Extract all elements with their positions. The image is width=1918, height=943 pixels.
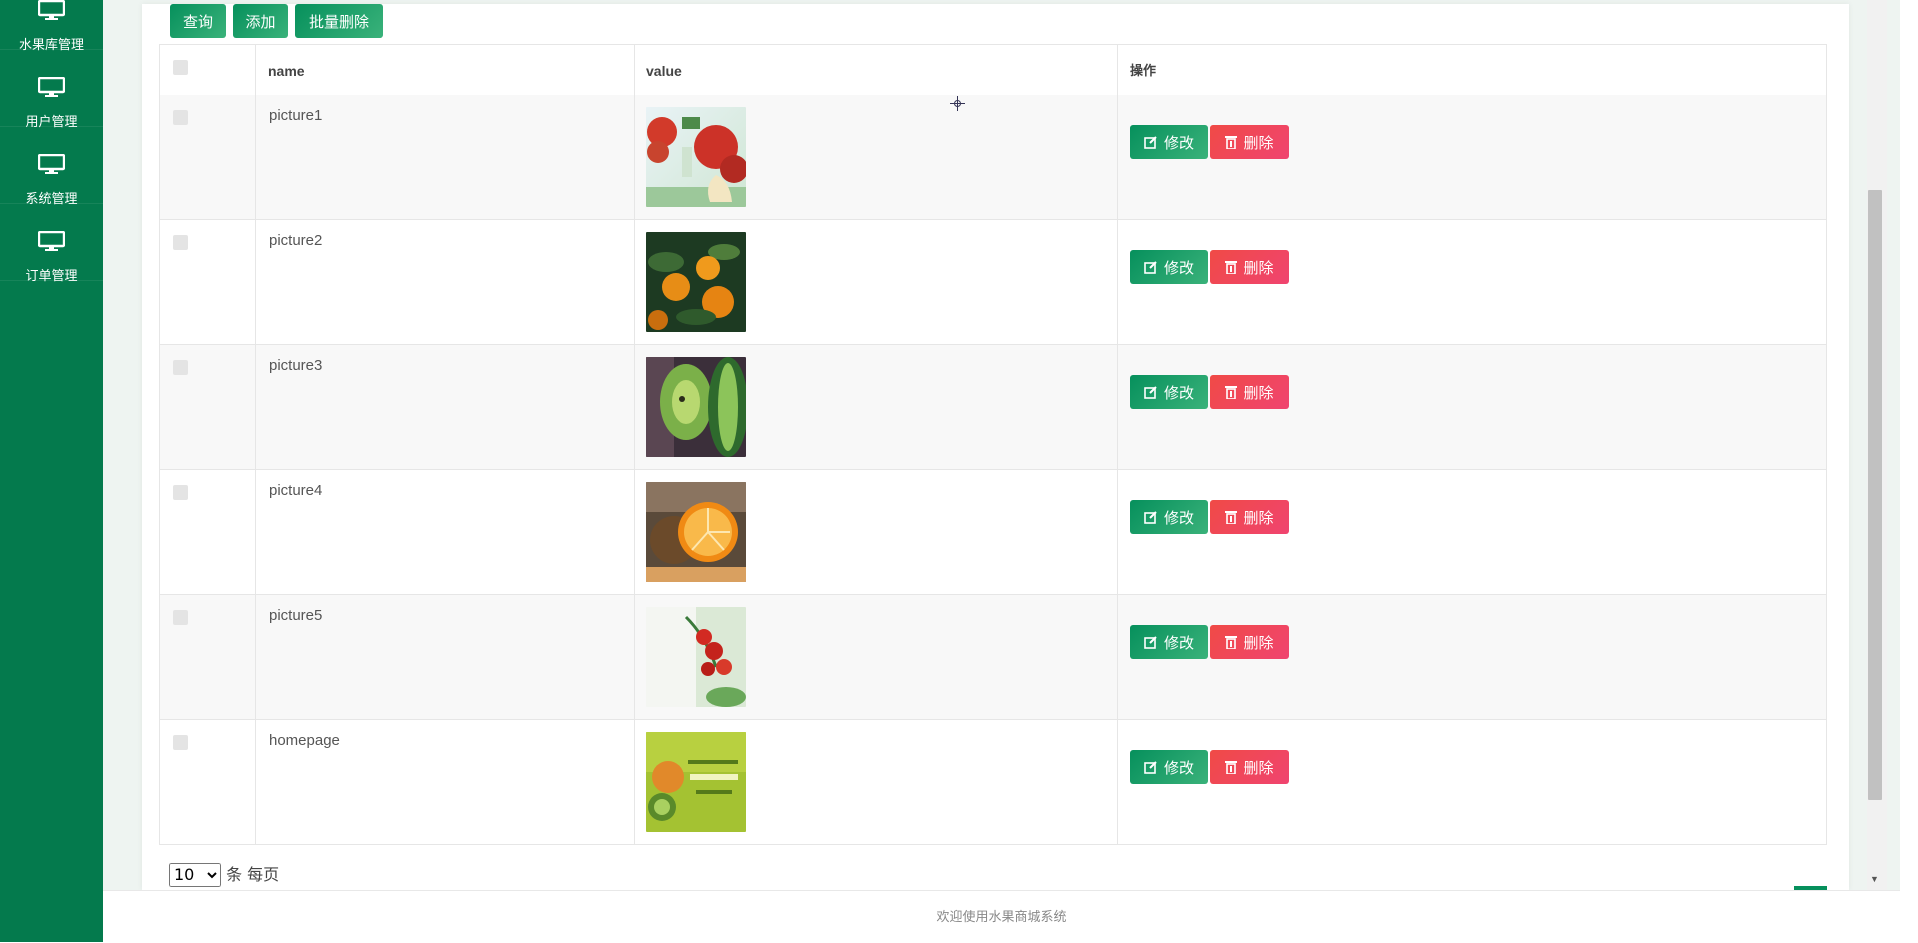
- row-checkbox[interactable]: [173, 485, 188, 500]
- edit-label: 修改: [1163, 508, 1194, 527]
- column-header-actions: 操作: [1130, 63, 1157, 78]
- edit-button[interactable]: 修改: [1130, 125, 1208, 159]
- row-name: picture3: [269, 357, 323, 374]
- data-table: name value 操作 picture1 修改 删除 picture2 修改…: [159, 44, 1827, 845]
- footer: 欢迎使用水果商城系统: [103, 890, 1900, 943]
- column-divider: [255, 45, 256, 844]
- divider: [0, 280, 103, 281]
- edit-label: 修改: [1163, 133, 1194, 152]
- monitor-icon: [38, 231, 65, 251]
- row-name: homepage: [269, 732, 340, 749]
- row-image: [646, 607, 746, 707]
- row-name: picture5: [269, 607, 323, 624]
- column-header-value: value: [646, 63, 682, 79]
- column-divider: [1117, 45, 1118, 844]
- page-size-suffix: 条 每页: [226, 865, 280, 884]
- monitor-icon: [38, 0, 65, 20]
- edit-button[interactable]: 修改: [1130, 625, 1208, 659]
- sidebar: 水果库管理 用户管理 系统管理 订单管理: [0, 0, 103, 942]
- delete-label: 删除: [1243, 508, 1274, 527]
- edit-button[interactable]: 修改: [1130, 750, 1208, 784]
- sidebar-item-orders[interactable]: 订单管理: [0, 204, 103, 283]
- table-header: name value 操作: [160, 45, 1826, 97]
- delete-button[interactable]: 删除: [1210, 625, 1289, 659]
- table-row: picture2 修改 删除: [160, 220, 1826, 345]
- sidebar-item-system[interactable]: 系统管理: [0, 127, 103, 206]
- row-image: [646, 232, 746, 332]
- delete-label: 删除: [1243, 383, 1274, 402]
- row-name: picture1: [269, 107, 323, 124]
- delete-label: 删除: [1243, 633, 1274, 652]
- edit-label: 修改: [1163, 258, 1194, 277]
- edit-button[interactable]: 修改: [1130, 250, 1208, 284]
- edit-label: 修改: [1163, 758, 1194, 777]
- trash-icon: [1225, 386, 1238, 399]
- column-divider: [634, 45, 635, 844]
- table-row: picture1 修改 删除: [160, 95, 1826, 220]
- select-all-checkbox[interactable]: [173, 60, 188, 75]
- row-checkbox[interactable]: [173, 235, 188, 250]
- column-header-name: name: [268, 63, 305, 79]
- trash-icon: [1225, 511, 1238, 524]
- row-image: [646, 732, 746, 832]
- edit-icon: [1144, 511, 1157, 524]
- edit-label: 修改: [1163, 633, 1194, 652]
- row-checkbox[interactable]: [173, 360, 188, 375]
- edit-icon: [1144, 636, 1157, 649]
- trash-icon: [1225, 636, 1238, 649]
- scroll-down-icon[interactable]: ▼: [1870, 874, 1879, 884]
- monitor-icon: [38, 154, 65, 174]
- page-size-select[interactable]: 10: [169, 862, 221, 887]
- table-row: homepage 修改 删除: [160, 720, 1826, 845]
- trash-icon: [1225, 261, 1238, 274]
- edit-icon: [1144, 761, 1157, 774]
- query-button[interactable]: 查询: [170, 4, 226, 38]
- monitor-icon: [38, 77, 65, 97]
- row-checkbox[interactable]: [173, 735, 188, 750]
- row-checkbox[interactable]: [173, 610, 188, 625]
- delete-button[interactable]: 删除: [1210, 750, 1289, 784]
- row-image: [646, 482, 746, 582]
- trash-icon: [1225, 761, 1238, 774]
- delete-label: 删除: [1243, 758, 1274, 777]
- delete-label: 删除: [1243, 133, 1274, 152]
- table-row: picture4 修改 删除: [160, 470, 1826, 595]
- row-name: picture4: [269, 482, 323, 499]
- row-name: picture2: [269, 232, 323, 249]
- footer-text: 欢迎使用水果商城系统: [936, 909, 1067, 924]
- edit-icon: [1144, 136, 1157, 149]
- edit-button[interactable]: 修改: [1130, 500, 1208, 534]
- pagination: 10 条 每页: [169, 861, 279, 887]
- edit-button[interactable]: 修改: [1130, 375, 1208, 409]
- table-row: picture3 修改 删除: [160, 345, 1826, 470]
- batch-delete-button[interactable]: 批量删除: [295, 4, 383, 38]
- sidebar-item-fruit-library[interactable]: 水果库管理: [0, 0, 103, 52]
- table-row: picture5 修改 删除: [160, 595, 1826, 720]
- row-checkbox[interactable]: [173, 110, 188, 125]
- crosshair-cursor-icon: [950, 96, 965, 111]
- row-image: [646, 107, 746, 207]
- edit-label: 修改: [1163, 383, 1194, 402]
- delete-label: 删除: [1243, 258, 1274, 277]
- delete-button[interactable]: 删除: [1210, 125, 1289, 159]
- delete-button[interactable]: 删除: [1210, 250, 1289, 284]
- delete-button[interactable]: 删除: [1210, 500, 1289, 534]
- add-button[interactable]: 添加: [233, 4, 288, 38]
- sidebar-item-users[interactable]: 用户管理: [0, 50, 103, 129]
- scrollbar-thumb[interactable]: [1868, 190, 1882, 800]
- delete-button[interactable]: 删除: [1210, 375, 1289, 409]
- edit-icon: [1144, 261, 1157, 274]
- edit-icon: [1144, 386, 1157, 399]
- row-image: [646, 357, 746, 457]
- trash-icon: [1225, 136, 1238, 149]
- sidebar-item-label: 订单管理: [25, 268, 78, 283]
